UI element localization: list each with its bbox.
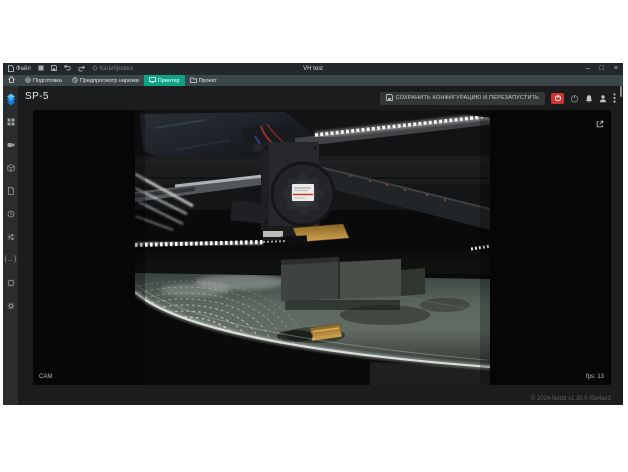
user-icon[interactable]: [599, 94, 607, 103]
emergency-stop-icon: [554, 89, 562, 107]
tab-printer[interactable]: Принтер: [144, 75, 185, 86]
macros-icon[interactable]: {…}: [3, 248, 18, 271]
settings-icon[interactable]: [3, 294, 18, 317]
history-icon[interactable]: [3, 202, 18, 225]
camera-name-label: CAM: [39, 374, 52, 380]
power-icon[interactable]: [570, 94, 579, 103]
fps-label: fps: 13: [586, 374, 604, 380]
printer-name: SP-5: [25, 91, 49, 102]
titlebar: Файл Калибровка VH test – □ ×: [3, 63, 623, 75]
document-title: VH test: [3, 63, 623, 75]
footer-copyright: © 2024 fluidd v1.30.0-f3e4ac3: [531, 396, 611, 402]
bell-icon[interactable]: [585, 94, 593, 103]
maximize-icon[interactable]: □: [600, 63, 604, 75]
tab-project-label: Проект: [199, 78, 217, 84]
tab-home[interactable]: [3, 75, 20, 86]
kebab-menu-icon[interactable]: [613, 93, 616, 103]
tune-icon[interactable]: [3, 225, 18, 248]
tab-project[interactable]: Проект: [185, 75, 222, 86]
tab-prepare[interactable]: Подготовка: [20, 75, 67, 86]
open-in-new-icon[interactable]: [596, 115, 604, 133]
sidebar-rail: {…}: [3, 86, 18, 405]
save-config-button[interactable]: СОХРАНИТЬ КОНФИГУРАЦИЮ И ПЕРЕЗАПУСТИТЬ: [380, 92, 545, 105]
tab-printer-label: Принтер: [158, 78, 180, 84]
close-icon[interactable]: ×: [614, 63, 618, 75]
prepare-icon: [25, 77, 31, 85]
camera-icon[interactable]: [3, 133, 18, 156]
camera-stream: [135, 110, 490, 385]
project-icon: [190, 77, 197, 85]
system-icon[interactable]: [3, 271, 18, 294]
save-config-icon: [386, 94, 393, 103]
fluidd-appbar: SP-5 СОХРАНИТЬ КОНФИГУРАЦИЮ И ПЕРЕЗАПУСТ…: [18, 86, 623, 110]
printer-icon: [149, 77, 156, 85]
dashboard-icon[interactable]: [3, 110, 18, 133]
tabbar: Подготовка Предпросмотр нарезки Принтер …: [3, 75, 623, 86]
tab-preview-label: Предпросмотр нарезки: [80, 78, 139, 84]
scrollbar-thumb[interactable]: [620, 86, 622, 97]
fluidd-logo[interactable]: [6, 92, 16, 106]
save-config-label: СОХРАНИТЬ КОНФИГУРАЦИЮ И ПЕРЕЗАПУСТИТЬ: [396, 95, 539, 101]
tab-prepare-label: Подготовка: [33, 78, 62, 84]
main-content: CAM fps: 13 © 2024 fluidd v1.30.0-f3e4ac…: [18, 110, 623, 405]
jobs-icon[interactable]: [3, 179, 18, 202]
app-window: Файл Калибровка VH test – □ × Подготовка: [3, 63, 623, 405]
preview-icon: [72, 77, 78, 85]
camera-card: CAM fps: 13: [33, 110, 611, 385]
gcode-preview-icon[interactable]: [3, 156, 18, 179]
tab-preview[interactable]: Предпросмотр нарезки: [67, 75, 144, 86]
minimize-icon[interactable]: –: [586, 63, 590, 75]
emergency-stop-button[interactable]: [551, 93, 564, 104]
home-icon: [8, 76, 15, 85]
